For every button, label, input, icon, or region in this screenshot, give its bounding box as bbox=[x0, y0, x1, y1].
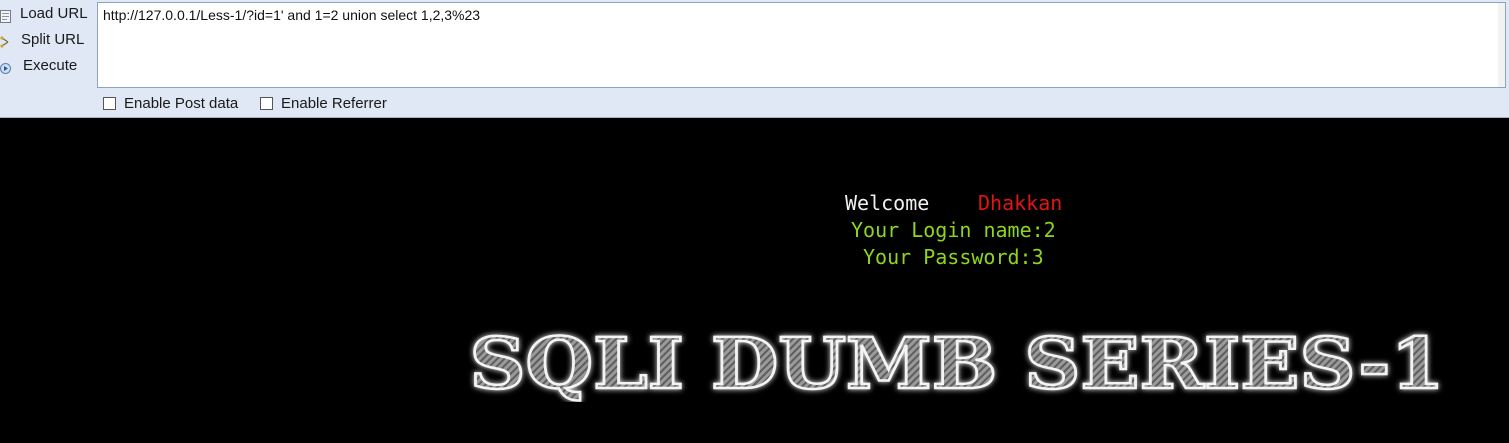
load-url-icon bbox=[0, 7, 11, 23]
load-url-label: Load URL bbox=[20, 5, 88, 22]
password-text: Your Password:3 bbox=[863, 245, 1044, 269]
execute-label: Execute bbox=[23, 57, 78, 74]
welcome-text: Welcome bbox=[845, 191, 930, 215]
hackbar-actions: Load URL Split URL Execute bbox=[0, 0, 96, 90]
user-name-text: Dhakkan bbox=[978, 191, 1063, 215]
split-url-button[interactable]: Split URL bbox=[0, 28, 96, 52]
url-input[interactable]: http://127.0.0.1/Less-1/?id=1' and 1=2 u… bbox=[97, 2, 1506, 88]
sqli-dumb-series-banner: SQLI DUMB SERIES-1 bbox=[462, 322, 1452, 402]
enable-post-data-label: Enable Post data bbox=[124, 95, 239, 112]
login-name-text: Your Login name:2 bbox=[851, 218, 1056, 242]
split-url-icon bbox=[0, 33, 11, 48]
page-content: Welcome Dhakkan Your Login name:2 Your P… bbox=[0, 118, 1509, 443]
hackbar-toolbar: Load URL Split URL Execute http://127.0.… bbox=[0, 0, 1509, 118]
load-url-button[interactable]: Load URL bbox=[0, 2, 96, 26]
enable-referrer-box[interactable] bbox=[260, 97, 273, 110]
banner-text: SQLI DUMB SERIES-1 bbox=[470, 322, 1445, 402]
url-scrollbar[interactable] bbox=[1498, 3, 1505, 87]
enable-post-data-box[interactable] bbox=[103, 97, 116, 110]
split-url-label: Split URL bbox=[21, 31, 85, 48]
enable-referrer-label: Enable Referrer bbox=[281, 95, 387, 112]
play-icon bbox=[0, 59, 11, 74]
execute-button[interactable]: Execute bbox=[0, 54, 96, 78]
